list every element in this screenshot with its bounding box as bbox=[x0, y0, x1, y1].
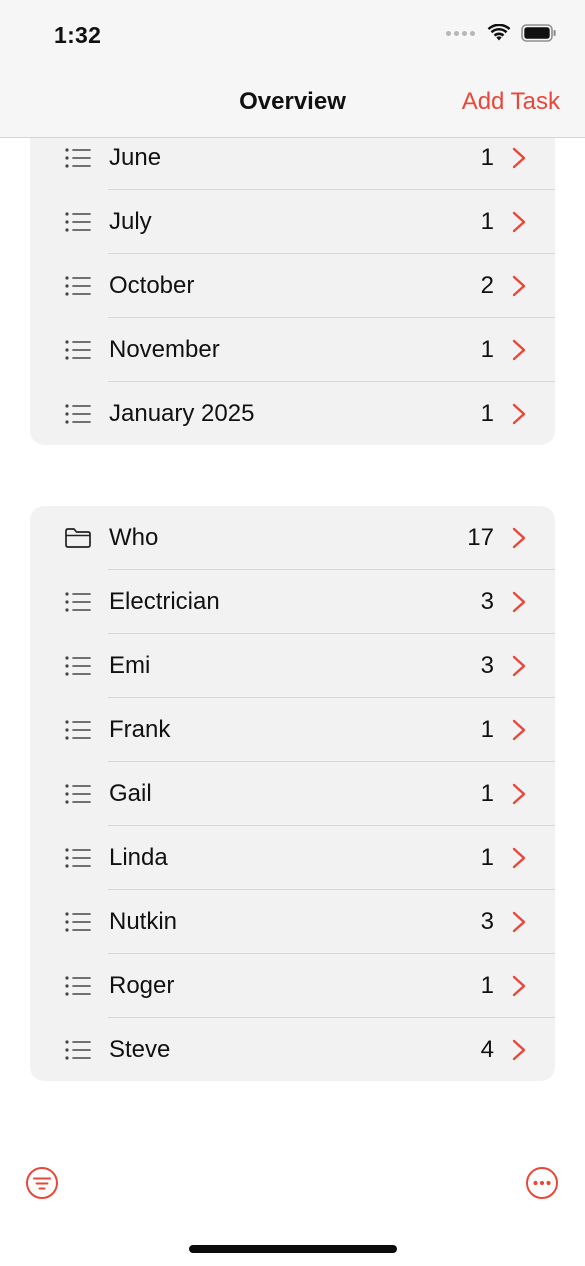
list-item-count: 1 bbox=[480, 144, 494, 171]
list-item[interactable]: Linda 1 bbox=[30, 826, 555, 890]
list-icon bbox=[65, 276, 91, 296]
navigation-bar: 1:32 Overview Add Task bbox=[0, 0, 585, 138]
list-icon bbox=[65, 784, 91, 804]
list-item-label: June bbox=[109, 144, 162, 171]
chevron-right-icon bbox=[512, 1039, 526, 1061]
chevron-right-icon bbox=[512, 847, 526, 869]
list-item-count: 2 bbox=[480, 272, 494, 299]
list-item[interactable]: Electrician 3 bbox=[30, 570, 555, 634]
list-item-label: Roger bbox=[109, 972, 175, 999]
list-item[interactable]: Roger 1 bbox=[30, 954, 555, 1018]
wifi-icon bbox=[487, 24, 511, 41]
list-item-count: 1 bbox=[480, 780, 494, 807]
list-item-count: 1 bbox=[480, 844, 494, 871]
more-icon[interactable] bbox=[525, 1166, 559, 1200]
list-item-label: Frank bbox=[109, 716, 171, 743]
list-item-count: 3 bbox=[480, 908, 494, 935]
list-item-label: Who bbox=[109, 524, 159, 551]
list-icon bbox=[65, 976, 91, 996]
chevron-right-icon bbox=[512, 527, 526, 549]
chevron-right-icon bbox=[512, 719, 526, 741]
chevron-right-icon bbox=[512, 655, 526, 677]
list-item-count: 4 bbox=[480, 1036, 494, 1063]
battery-icon bbox=[521, 24, 556, 42]
list-item-label: Gail bbox=[109, 780, 152, 807]
list-item[interactable]: Nutkin 3 bbox=[30, 890, 555, 954]
list-item[interactable]: Steve 4 bbox=[30, 1018, 555, 1081]
list-item-count: 1 bbox=[480, 400, 494, 427]
list-item[interactable]: Emi 3 bbox=[30, 634, 555, 698]
chevron-right-icon bbox=[512, 339, 526, 361]
list-item-count: 1 bbox=[480, 972, 494, 999]
chevron-right-icon bbox=[512, 147, 526, 169]
list-item-count: 1 bbox=[480, 336, 494, 363]
list-item[interactable]: July 1 bbox=[30, 190, 555, 254]
filter-icon[interactable] bbox=[25, 1166, 59, 1200]
add-task-button[interactable]: Add Task bbox=[462, 88, 560, 116]
chevron-right-icon bbox=[512, 975, 526, 997]
status-time: 1:32 bbox=[54, 22, 102, 48]
list-item-count: 1 bbox=[480, 716, 494, 743]
months-list: June 1 July 1 October 2 November 1 Janua… bbox=[30, 124, 555, 445]
list-icon bbox=[65, 848, 91, 868]
list-item-label: January 2025 bbox=[109, 400, 255, 427]
list-item-count: 3 bbox=[480, 588, 494, 615]
list-item[interactable]: January 2025 1 bbox=[30, 382, 555, 445]
folder-icon bbox=[65, 528, 91, 548]
chevron-right-icon bbox=[512, 783, 526, 805]
list-item-label: October bbox=[109, 272, 195, 299]
list-item-label: November bbox=[109, 336, 220, 363]
list-item[interactable]: Frank 1 bbox=[30, 698, 555, 762]
list-icon bbox=[65, 912, 91, 932]
list-icon bbox=[65, 148, 91, 168]
list-item-label: Linda bbox=[109, 844, 168, 871]
list-item-count: 1 bbox=[480, 208, 494, 235]
chevron-right-icon bbox=[512, 911, 526, 933]
list-icon bbox=[65, 1040, 91, 1060]
status-icons bbox=[446, 24, 557, 42]
list-item-count: 17 bbox=[467, 524, 494, 551]
list-icon bbox=[65, 592, 91, 612]
list-item-label: Electrician bbox=[109, 588, 220, 615]
cellular-signal-icon bbox=[446, 30, 475, 36]
who-list: Who 17 Electrician 3 Emi 3 Frank 1 Gail … bbox=[30, 506, 555, 1081]
list-item-label: Nutkin bbox=[109, 908, 178, 935]
list-icon bbox=[65, 404, 91, 424]
list-icon bbox=[65, 212, 91, 232]
list-icon bbox=[65, 720, 91, 740]
list-item[interactable]: Gail 1 bbox=[30, 762, 555, 826]
home-indicator[interactable] bbox=[189, 1245, 397, 1253]
chevron-right-icon bbox=[512, 211, 526, 233]
chevron-right-icon bbox=[512, 591, 526, 613]
list-item-who[interactable]: Who 17 bbox=[30, 506, 555, 570]
chevron-right-icon bbox=[512, 275, 526, 297]
list-item[interactable]: November 1 bbox=[30, 318, 555, 382]
list-icon bbox=[65, 340, 91, 360]
list-icon bbox=[65, 656, 91, 676]
list-item-label: Steve bbox=[109, 1036, 171, 1063]
chevron-right-icon bbox=[512, 403, 526, 425]
list-item-label: Emi bbox=[109, 652, 151, 679]
list-item-label: July bbox=[109, 208, 152, 235]
list-item-count: 3 bbox=[480, 652, 494, 679]
list-item[interactable]: October 2 bbox=[30, 254, 555, 318]
